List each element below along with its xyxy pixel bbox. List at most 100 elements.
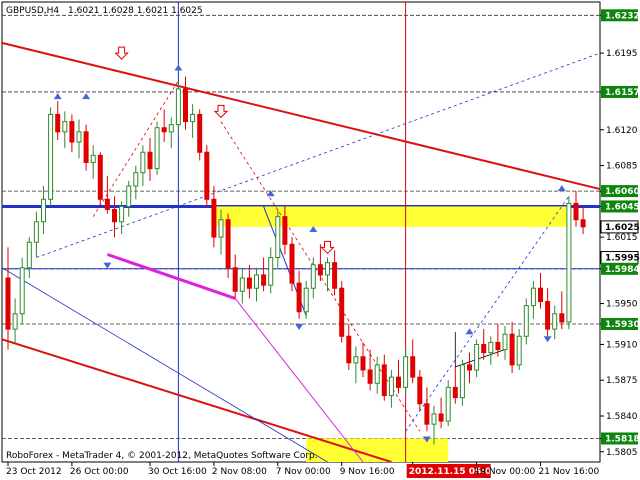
candle-body — [296, 282, 302, 313]
y-tick-label: 1.5910 — [606, 340, 638, 350]
candle-body — [239, 277, 245, 292]
candle-body — [481, 343, 487, 354]
candle-body — [289, 243, 295, 284]
y-tick-label: 1.6195 — [606, 49, 638, 59]
candle-body — [55, 113, 61, 133]
candle-body — [175, 88, 181, 126]
candle-body — [495, 341, 501, 351]
candle-body — [438, 413, 444, 422]
candle-body — [374, 364, 380, 384]
candle-body — [566, 202, 572, 323]
candle-body — [204, 151, 210, 200]
watermark: RoboForex - MetaTrader 4, © 2001-2012, M… — [6, 451, 318, 461]
candle-body — [33, 221, 39, 243]
price-tag-label: 1.6060 — [605, 187, 640, 197]
candle-body — [488, 341, 494, 354]
candle-body — [410, 356, 416, 378]
candle-body — [154, 127, 160, 170]
candle-body — [417, 376, 423, 405]
candle-body — [388, 376, 394, 397]
y-tick-label: 1.6085 — [606, 162, 638, 172]
candle-body — [261, 274, 267, 286]
candle-body — [126, 185, 132, 207]
x-tick-label: 19 Nov 00:00 — [475, 467, 536, 477]
candle-body — [282, 216, 288, 245]
candle-body — [474, 343, 480, 371]
y-tick-label: 1.5805 — [606, 448, 638, 458]
y-tick-label: 1.6120 — [606, 126, 638, 136]
candle-body — [275, 216, 281, 259]
price-tag-label: 1.6232 — [605, 11, 640, 21]
candle-body — [48, 113, 54, 200]
symbol-label: GBPUSD,H4 — [6, 6, 59, 16]
candle-body — [232, 267, 238, 292]
x-tick-label: 30 Oct 16:00 — [148, 467, 207, 477]
candle-body — [268, 257, 274, 286]
candle-body — [104, 198, 110, 211]
candle-body — [339, 287, 345, 337]
candle-body — [367, 369, 373, 384]
time-axis: 23 Oct 2012 26 Oct 00:00 30 Oct 16:00 2 Nov… — [6, 462, 599, 478]
candle-body — [76, 131, 82, 143]
y-tick-label: 1.5840 — [606, 412, 638, 422]
candle-body — [97, 154, 103, 200]
candle-body — [325, 262, 330, 276]
price-tag-label: 1.6025 — [605, 223, 640, 233]
candle-body — [190, 113, 196, 123]
price-tag-label: 1.5818 — [605, 434, 640, 444]
candle-body — [168, 124, 174, 133]
price-tag-label: 1.5995 — [605, 254, 640, 264]
price-axis: 1.6232 1.6195 1.6157 1.6120 1.6085 1.6060 1.60… — [600, 9, 640, 458]
x-tick-label: 9 Nov 16:00 — [340, 467, 395, 477]
candle-body — [552, 313, 558, 330]
candle-body — [225, 219, 231, 269]
candle-body — [26, 241, 32, 269]
price-tag-label: 1.6157 — [605, 88, 640, 98]
x-tick-label: 26 Oct 00:00 — [70, 467, 129, 477]
candle-body — [502, 333, 508, 351]
candle-body — [62, 121, 68, 133]
candle-body — [5, 277, 11, 330]
candle-body — [69, 121, 75, 143]
candle-body — [254, 274, 259, 289]
candle-body — [509, 333, 515, 366]
candle-body — [459, 364, 465, 399]
candle-body — [580, 219, 586, 228]
candle-body — [396, 376, 401, 388]
candle-body — [133, 172, 139, 187]
candle-body — [353, 356, 359, 364]
candle-body — [431, 413, 437, 425]
candle-body — [346, 335, 352, 364]
candle-body — [12, 313, 18, 330]
candle-body — [211, 198, 217, 238]
candle-body — [161, 127, 167, 133]
x-tick-label: 21 Nov 16:00 — [539, 467, 600, 477]
candle-body — [360, 356, 366, 371]
y-tick-label: 1.6015 — [606, 233, 638, 243]
candle-body — [218, 219, 224, 238]
candle-body — [197, 113, 203, 153]
candle-body — [119, 205, 125, 223]
price-chart[interactable]: 1.6232 1.6195 1.6157 1.6120 1.6085 1.6060 1.60… — [0, 0, 640, 480]
candle-body — [452, 386, 458, 399]
candle-body — [140, 151, 146, 174]
candle-body — [403, 356, 409, 388]
candle-body — [90, 154, 96, 163]
candle-body — [147, 151, 153, 170]
candle-body — [41, 198, 46, 223]
candle-body — [381, 364, 387, 397]
candle-body — [183, 88, 188, 123]
candle-body — [467, 364, 472, 371]
candle-body — [545, 301, 551, 330]
plot-area — [1, 1, 601, 463]
candle-body — [310, 264, 316, 289]
candle-body — [530, 287, 536, 307]
y-tick-label: 1.5875 — [606, 376, 638, 386]
price-tag-label: 1.5984 — [605, 265, 640, 275]
ohlc-label: 1.6021 1.6028 1.6021 1.6025 — [68, 6, 203, 16]
x-tick-label: 7 Nov 00:00 — [276, 467, 331, 477]
candle-body — [538, 287, 543, 303]
candle-body — [246, 277, 252, 289]
x-tick-label: 2 Nov 08:00 — [212, 467, 267, 477]
candle-body — [424, 403, 430, 425]
